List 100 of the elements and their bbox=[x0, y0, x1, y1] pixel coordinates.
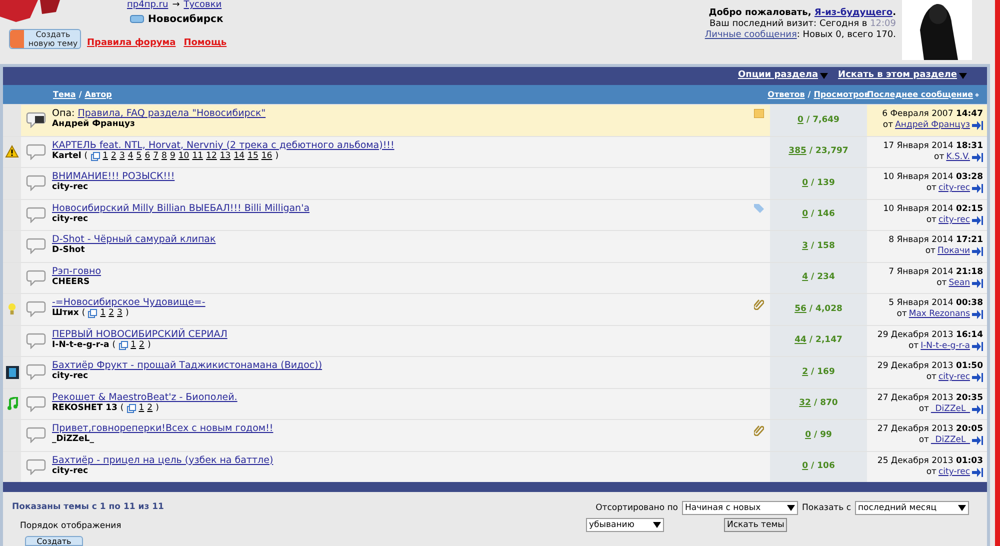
thread-title-link[interactable]: КАРТЕЛЬ feat. NTL, Horvat, Nervniy (2 трека с дебютного альбома)!!! bbox=[52, 140, 394, 150]
last-poster-link[interactable]: city-rec bbox=[938, 466, 970, 478]
thread-title-link[interactable]: Бахтиёр Фрукт - прощай Таджикистонамана (Видос)) bbox=[52, 360, 322, 371]
go-to-last-post-icon[interactable] bbox=[972, 310, 983, 320]
thread-title-link[interactable]: D-Shot - Чёрный самурай клипак bbox=[52, 234, 216, 245]
go-to-last-post-icon[interactable] bbox=[972, 404, 983, 414]
last-post-by: от bbox=[896, 309, 907, 320]
go-to-last-post-icon[interactable] bbox=[972, 121, 983, 130]
page-link[interactable]: 3 bbox=[119, 150, 125, 162]
go-to-last-post-icon[interactable] bbox=[972, 468, 983, 477]
go-to-last-post-icon[interactable] bbox=[972, 216, 983, 225]
order-dropdown[interactable]: убыванию bbox=[586, 518, 664, 532]
column-sort-link[interactable]: Просмотров bbox=[814, 88, 870, 100]
thread-title-link[interactable]: Новосибирский Milly Billian ВЫЕБАЛ!!! Billi Milligan'a bbox=[52, 202, 310, 214]
page-link[interactable]: 3 bbox=[117, 308, 122, 319]
last-poster-link[interactable]: city-rec bbox=[938, 214, 970, 226]
messages-link[interactable]: Личные сообщения bbox=[704, 30, 797, 41]
page-link[interactable]: 14 bbox=[234, 150, 245, 162]
page-link[interactable]: 2 bbox=[147, 402, 153, 414]
last-post-date: 6 Февраля 2007 14:47 bbox=[882, 109, 983, 120]
page-link[interactable]: 2 bbox=[111, 150, 116, 162]
warning-icon bbox=[5, 145, 19, 158]
page-link[interactable]: 16 bbox=[261, 150, 272, 162]
thread-title-link[interactable]: Правила, FAQ раздела "Новосибирск" bbox=[78, 108, 266, 119]
go-to-last-post-icon[interactable] bbox=[972, 373, 983, 382]
last-poster-link[interactable]: Покачи bbox=[938, 246, 970, 258]
page-link[interactable]: 1 bbox=[102, 150, 108, 162]
page-link[interactable]: 4 bbox=[128, 150, 134, 162]
last-poster-link[interactable]: _DiZZeL_ bbox=[930, 435, 970, 446]
page-link[interactable]: 5 bbox=[136, 150, 142, 162]
toolbar-menu[interactable]: Опции раздела bbox=[738, 69, 828, 83]
paren-close: ) bbox=[156, 402, 159, 414]
breadcrumb-link[interactable]: пр4пр.ru bbox=[127, 0, 168, 11]
sort-dropdown[interactable]: Начиная с новых bbox=[682, 501, 798, 515]
thread-author: REKOSHET 13 bbox=[52, 402, 118, 414]
forum-link[interactable]: Помощь bbox=[184, 37, 227, 50]
slash: / bbox=[811, 460, 814, 474]
page-link[interactable]: 13 bbox=[220, 150, 231, 162]
breadcrumb-link[interactable]: Тусовки bbox=[184, 0, 222, 11]
page-link[interactable]: 1 bbox=[130, 340, 136, 350]
thread-title-link[interactable]: ПЕРВЫЙ НОВОСИБИРСКИЙ СЕРИАЛ bbox=[52, 328, 228, 340]
go-to-last-post-icon[interactable] bbox=[972, 247, 983, 256]
tag-icon bbox=[754, 204, 764, 212]
go-to-last-post-icon[interactable] bbox=[972, 436, 983, 446]
page-link[interactable]: 2 bbox=[139, 340, 144, 350]
last-poster-link[interactable]: Андрей Француз bbox=[895, 120, 970, 132]
toolbar-menu[interactable]: Искать в этом разделе bbox=[838, 69, 967, 83]
go-to-last-post-icon[interactable] bbox=[972, 342, 983, 351]
thread-title-link[interactable]: Рекошет & MaestroBeat'z - Биополей. bbox=[52, 392, 238, 402]
thread-title-link[interactable]: Рэп-говно bbox=[52, 266, 102, 276]
page-link[interactable]: 8 bbox=[162, 150, 167, 162]
caret-icon bbox=[959, 73, 967, 79]
page-link[interactable]: 9 bbox=[170, 150, 176, 162]
column-sort-link[interactable]: Последнее сообщение bbox=[867, 88, 973, 100]
go-to-last-post-icon[interactable] bbox=[972, 184, 983, 194]
caret-icon bbox=[787, 505, 795, 511]
last-poster-link[interactable]: city-rec bbox=[938, 372, 970, 384]
thread-title-link[interactable]: -=Новосибирское Чудовище=- bbox=[52, 297, 206, 308]
go-to-last-post-icon[interactable] bbox=[972, 278, 983, 288]
pages-icon bbox=[118, 340, 128, 350]
username-link[interactable]: Я-из-будущего bbox=[814, 8, 893, 18]
slash: / bbox=[814, 428, 818, 442]
go-to-last-post-icon[interactable] bbox=[972, 152, 983, 162]
last-poster-link[interactable]: city-rec bbox=[938, 183, 970, 194]
views-count: 23,797 bbox=[816, 145, 848, 158]
note-icon bbox=[754, 109, 764, 118]
new-topic-button[interactable]: Создать bbox=[25, 536, 83, 546]
sort-icon bbox=[975, 90, 979, 98]
slash: / bbox=[809, 334, 813, 348]
forum-link[interactable]: Правила форума bbox=[87, 37, 176, 50]
new-topic-button[interactable]: Создать новую тему bbox=[9, 29, 81, 49]
last-post-date: 29 Декабря 2013 16:14 bbox=[877, 330, 983, 341]
page-link[interactable]: 6 bbox=[144, 150, 150, 162]
period-dropdown[interactable]: последний месяц bbox=[855, 501, 969, 515]
column-sort-link[interactable]: Ответов bbox=[768, 88, 805, 100]
last-poster-link[interactable]: K.S.V. bbox=[946, 152, 970, 163]
show-label: Показать с bbox=[802, 502, 851, 514]
column-sort-link[interactable]: Автор bbox=[84, 88, 112, 100]
thread-title-link[interactable]: Бахтиёр - прицел на цель (узбек на баттле) bbox=[52, 454, 274, 466]
sort-label: Отсортировано по bbox=[596, 502, 678, 514]
last-poster-link[interactable]: Sean bbox=[948, 278, 970, 289]
search-threads-button[interactable]: Искать темы bbox=[724, 518, 788, 532]
last-poster-link[interactable]: I-N-t-e-g-r-a bbox=[920, 340, 970, 352]
page-link[interactable]: 7 bbox=[153, 150, 159, 162]
page-link[interactable]: 12 bbox=[206, 150, 217, 162]
last-post-by: от bbox=[918, 404, 929, 415]
page-link[interactable]: 1 bbox=[138, 402, 144, 414]
column-sort-link[interactable]: Тема bbox=[53, 88, 76, 100]
thread-title-link[interactable]: ВНИМАНИЕ!!! РОЗЫСК!!! bbox=[52, 171, 175, 182]
paren-open: ( bbox=[82, 308, 86, 319]
page-link[interactable]: 2 bbox=[108, 308, 114, 319]
last-poster-link[interactable]: _DiZZeL_ bbox=[930, 404, 970, 415]
page-link[interactable]: 10 bbox=[178, 150, 190, 162]
last-poster-link[interactable]: Max Rezonans bbox=[908, 309, 970, 320]
last-post-date: 7 Января 2014 21:18 bbox=[888, 266, 983, 278]
page-link[interactable]: 11 bbox=[192, 150, 204, 162]
page-link[interactable]: 15 bbox=[248, 150, 258, 162]
page-link[interactable]: 1 bbox=[100, 308, 106, 319]
last-post-date: 10 Января 2014 02:15 bbox=[883, 204, 983, 215]
thread-title-link[interactable]: Привет,говнореперки!Всех с новым годом!! bbox=[52, 423, 274, 434]
